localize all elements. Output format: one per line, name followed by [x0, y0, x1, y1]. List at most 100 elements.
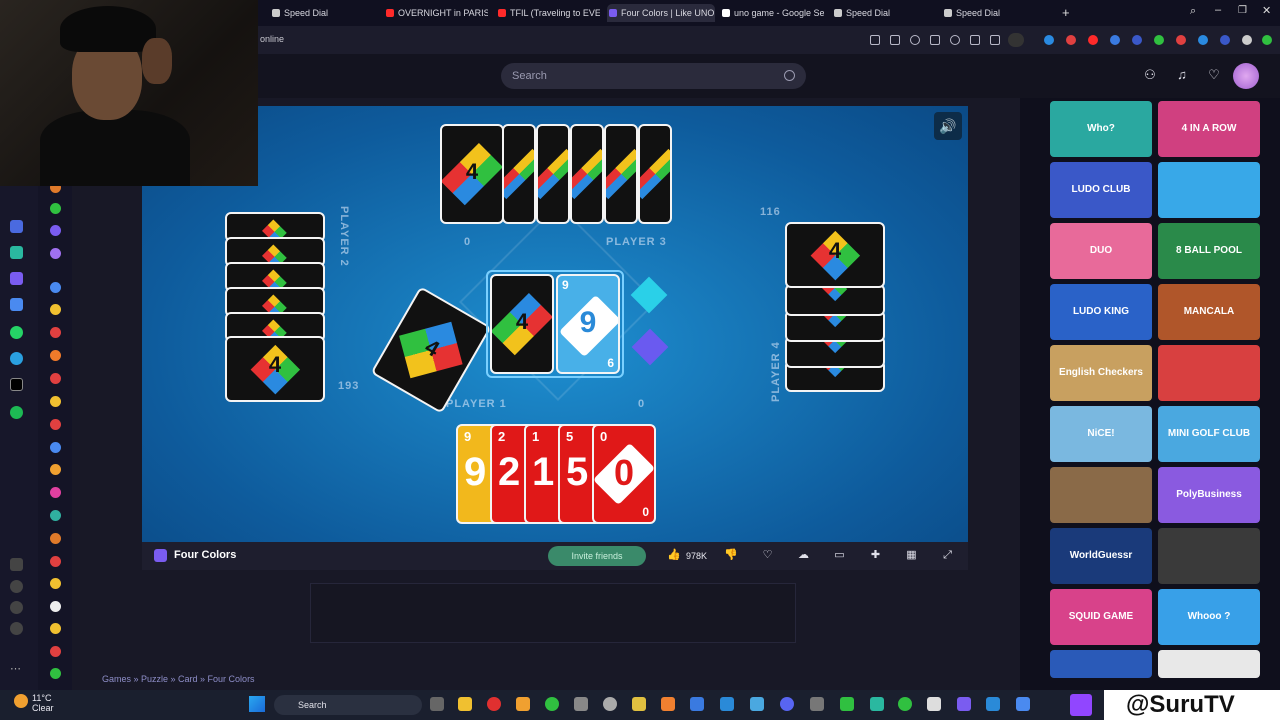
extension-icon[interactable] [10, 272, 23, 285]
category-icon[interactable] [50, 396, 61, 407]
game-thumbnail[interactable]: SQUID GAME ONLINE [1050, 589, 1152, 645]
category-icon[interactable] [50, 419, 61, 430]
game-thumbnail[interactable]: English Checkers Free [1050, 345, 1152, 401]
camera-icon[interactable] [890, 35, 900, 45]
play-icon[interactable] [930, 35, 940, 45]
game-thumbnail[interactable]: 8 BALL POOL [1158, 223, 1260, 279]
whatsapp-icon[interactable] [10, 326, 23, 339]
avatar[interactable] [1233, 63, 1259, 89]
thumbs-up-icon[interactable]: 👍 [667, 549, 681, 562]
task-view-icon[interactable] [430, 697, 444, 711]
thumbs-down-icon[interactable]: 👎 [724, 549, 738, 562]
extension-icon[interactable] [1220, 35, 1230, 45]
telegram-icon[interactable] [10, 352, 23, 365]
app-icon[interactable] [840, 697, 854, 711]
game-thumbnail[interactable]: LUDO CLUB [1050, 162, 1152, 218]
extension-icon[interactable] [1088, 35, 1098, 45]
category-icon[interactable] [50, 464, 61, 475]
app-icon[interactable] [986, 697, 1000, 711]
bell-icon[interactable]: ♫ [1175, 68, 1189, 82]
user-icon[interactable]: ⚇ [1143, 68, 1157, 82]
game-thumbnail[interactable] [1050, 467, 1152, 523]
app-icon[interactable] [545, 697, 559, 711]
edit-icon[interactable] [870, 35, 880, 45]
weather-widget[interactable]: 11°C Clear [32, 693, 54, 713]
category-icon[interactable] [50, 623, 61, 634]
messenger-icon[interactable] [10, 298, 23, 311]
category-icon[interactable] [50, 304, 61, 315]
extension-icon[interactable] [1110, 35, 1120, 45]
app-icon[interactable] [690, 697, 704, 711]
more-icon[interactable]: ⋯ [10, 662, 21, 675]
app-icon[interactable] [632, 697, 646, 711]
category-icon[interactable] [50, 556, 61, 567]
taskbar-search[interactable]: Search [274, 695, 422, 715]
search-tabs-icon[interactable]: ⌕ [1190, 5, 1196, 18]
game-thumbnail[interactable]: MINI GOLF CLUB [1158, 406, 1260, 462]
category-icon[interactable] [50, 373, 61, 384]
browser-tab[interactable]: TFIL (Traveling to EVERY C [496, 4, 600, 22]
vlc-icon[interactable] [661, 697, 675, 711]
heart-icon[interactable]: ♡ [1207, 68, 1221, 82]
browser-tab[interactable]: Speed Dial [270, 4, 370, 22]
fullscreen-icon[interactable]: ⤢ [941, 549, 954, 562]
discord-icon[interactable] [780, 697, 794, 711]
game-thumbnail[interactable]: LUDO KING [1050, 284, 1152, 340]
app-icon[interactable] [603, 697, 617, 711]
vpn-icon[interactable] [1008, 33, 1024, 47]
app-icon[interactable] [720, 697, 734, 711]
windows-start-icon[interactable] [249, 696, 265, 712]
game-thumbnail[interactable]: NiCE! [1050, 406, 1152, 462]
game-thumbnail[interactable] [1050, 650, 1152, 678]
category-icon[interactable] [50, 225, 61, 236]
theater-icon[interactable]: ▦ [905, 549, 918, 562]
game-thumbnail[interactable]: 4 IN A ROW [1158, 101, 1260, 157]
extension-icon[interactable] [1132, 35, 1142, 45]
url-text[interactable]: online [260, 34, 284, 44]
chatgpt-icon[interactable] [10, 246, 23, 259]
extension-icon[interactable] [1198, 35, 1208, 45]
category-icon[interactable] [50, 327, 61, 338]
opera-icon[interactable] [487, 697, 501, 711]
browser-tab[interactable]: OVERNIGHT in PARIS CAT [384, 4, 488, 22]
category-icon[interactable] [50, 578, 61, 589]
settings-icon[interactable] [10, 622, 23, 635]
extension-icon[interactable] [1154, 35, 1164, 45]
category-icon[interactable] [50, 533, 61, 544]
app-icon[interactable] [957, 697, 971, 711]
app-icon[interactable] [516, 697, 530, 711]
category-icon[interactable] [50, 350, 61, 361]
category-icon[interactable] [50, 248, 61, 259]
category-icon[interactable] [50, 510, 61, 521]
category-icon[interactable] [50, 442, 61, 453]
cloud-icon[interactable]: ☁ [797, 549, 810, 562]
maximize-icon[interactable]: ❐ [1238, 5, 1247, 16]
extension-icon[interactable] [1242, 35, 1252, 45]
game-thumbnail[interactable]: DUO [1050, 223, 1152, 279]
new-tab-button[interactable]: + [1062, 5, 1070, 20]
category-icon[interactable] [50, 646, 61, 657]
sound-icon[interactable]: 🔊 [934, 112, 962, 140]
app-icon[interactable] [750, 697, 764, 711]
category-icon[interactable] [50, 601, 61, 612]
heart-icon[interactable]: ♡ [761, 549, 774, 562]
app-icon[interactable] [870, 697, 884, 711]
comment-icon[interactable]: ▭ [833, 549, 846, 562]
browser-tab[interactable]: Speed Dial [942, 4, 1042, 22]
hand-card[interactable]: 0 0 0 [592, 424, 656, 524]
spotify-icon[interactable] [10, 406, 23, 419]
breadcrumb[interactable]: Games » Puzzle » Card » Four Colors [102, 674, 255, 684]
multiplayer-icon[interactable] [50, 282, 61, 293]
grid-icon[interactable] [10, 558, 23, 571]
game-thumbnail[interactable]: Whooo ? [1158, 589, 1260, 645]
app-icon[interactable] [927, 697, 941, 711]
tab-four-colors[interactable]: Four Colors | Like UNO [607, 4, 715, 22]
category-icon[interactable] [50, 668, 61, 679]
game-thumbnail[interactable]: PolyBusiness [1158, 467, 1260, 523]
browser-tab[interactable]: Speed Dial [832, 4, 932, 22]
browser-tab[interactable]: uno game - Google Searc [720, 4, 824, 22]
game-thumbnail[interactable]: MANCALA [1158, 284, 1260, 340]
recent-icon[interactable] [50, 203, 61, 214]
game-thumbnail[interactable]: WorldGuessr [1050, 528, 1152, 584]
aria-icon[interactable] [10, 220, 23, 233]
